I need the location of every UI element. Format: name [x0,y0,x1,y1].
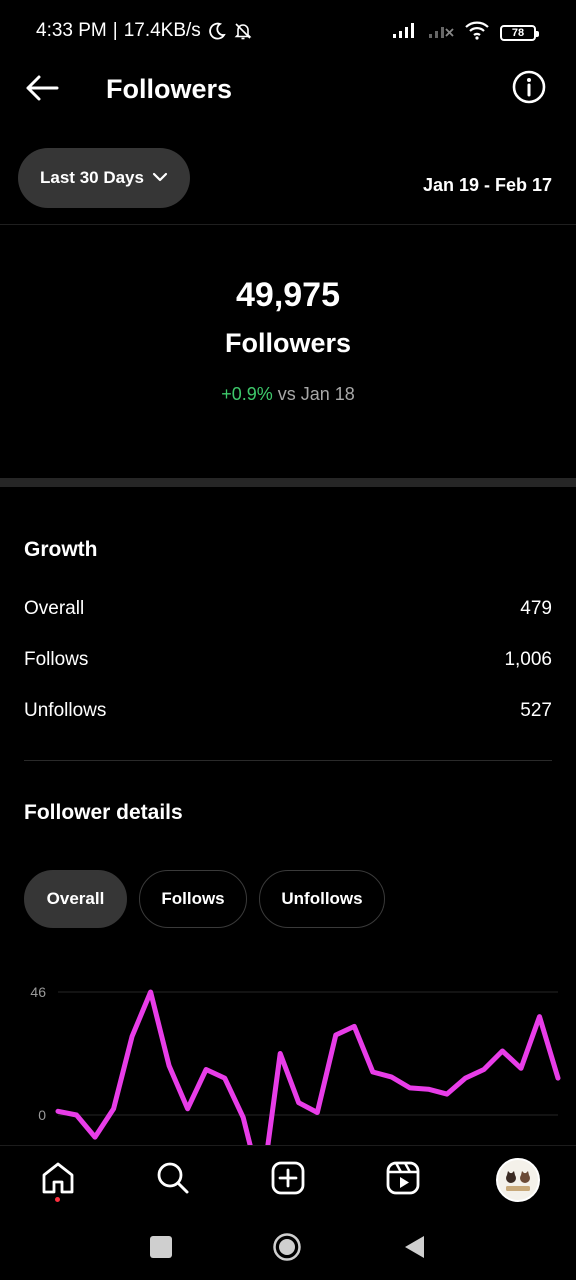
bottom-nav [0,1145,576,1215]
growth-row-overall: Overall 479 [24,594,552,624]
system-nav-bar [0,1215,576,1280]
divider [0,224,576,225]
signal-off-icon [428,21,454,44]
follower-change: +0.9% vs Jan 18 [0,384,576,405]
recents-button[interactable] [145,1231,177,1263]
data-point [278,1051,283,1056]
notification-dot [55,1197,60,1202]
create-icon [270,1160,306,1201]
data-point [93,1135,97,1140]
y-tick-label: 0 [38,1107,46,1123]
back-button[interactable] [20,70,64,110]
growth-title: Growth [24,538,98,561]
nav-reels[interactable] [381,1158,425,1202]
nav-create[interactable] [266,1158,310,1202]
divider [24,760,552,761]
growth-row-value: 527 [520,700,552,721]
data-point [500,1049,505,1053]
date-range-label: Last 30 Days [40,168,144,187]
data-point [519,1066,523,1071]
section-divider [0,478,576,487]
change-percent: +0.9% [221,384,273,404]
data-point [333,1033,338,1037]
growth-row-label: Follows [24,649,89,670]
status-left: 4:33 PM | 17.4KB/s [36,20,253,42]
moon-icon [207,21,227,41]
tab-overall[interactable]: Overall [24,870,127,928]
change-comparison: vs Jan 18 [272,384,355,404]
data-point [444,1092,449,1097]
nav-home[interactable] [36,1158,80,1202]
status-separator: | [112,20,118,41]
data-point [130,1034,135,1039]
follower-chart: 46 0 [0,975,576,1194]
profile-avatar [496,1158,540,1202]
data-point [241,1115,246,1120]
nav-profile[interactable] [496,1158,540,1202]
growth-row-label: Unfollows [24,700,107,721]
data-point [185,1106,190,1111]
data-point [74,1113,79,1117]
tab-follows[interactable]: Follows [139,870,247,928]
page-title: Followers [106,74,233,104]
info-icon [511,69,547,110]
data-point [56,1109,60,1114]
follower-count: 49,975 [236,276,340,314]
data-point [389,1074,394,1079]
data-point [481,1067,486,1072]
chart-svg: 46 0 [30,984,561,1194]
growth-row-unfollows: Unfollows 527 [24,696,552,726]
arrow-left-icon [24,74,60,107]
data-point [537,1014,542,1019]
date-range-text: Jan 19 - Feb 17 [422,175,552,195]
home-button[interactable] [271,1231,303,1263]
data-point [463,1076,468,1081]
follower-label: Followers [224,328,352,358]
chevron-down-icon [152,168,168,188]
data-point [222,1076,227,1081]
wifi-icon [464,20,490,45]
growth-row-follows: Follows 1,006 [24,645,552,675]
signal-icon [392,21,418,44]
battery-icon: 78 [500,24,539,41]
status-bar: 4:33 PM | 17.4KB/s 78 [0,0,576,64]
data-point [352,1024,357,1029]
data-point [556,1076,560,1081]
top-bar: Followers [0,60,576,120]
data-point [370,1070,375,1074]
search-icon [155,1160,191,1201]
data-point [315,1110,320,1115]
date-range-dropdown[interactable]: Last 30 Days [18,148,190,208]
growth-row-value: 479 [520,598,552,619]
status-right: 78 [392,20,539,45]
data-point [204,1067,209,1072]
bell-off-icon [233,21,253,41]
nav-search[interactable] [151,1158,195,1202]
tab-unfollows[interactable]: Unfollows [259,870,385,928]
home-icon [40,1160,76,1201]
growth-row-value: 1,006 [504,649,552,670]
status-time: 4:33 PM [36,20,107,41]
data-point [407,1085,412,1090]
data-point [111,1106,116,1111]
network-speed: 17.4KB/s [123,20,201,41]
y-tick-label: 46 [30,984,46,1000]
data-point [148,990,153,994]
follower-details-title: Follower details [24,801,183,824]
growth-row-label: Overall [24,598,85,619]
reels-icon [385,1160,421,1201]
data-point [426,1087,431,1092]
info-button[interactable] [510,70,548,108]
back-button-system[interactable] [398,1231,430,1263]
data-point [167,1063,172,1068]
data-point [296,1100,301,1105]
